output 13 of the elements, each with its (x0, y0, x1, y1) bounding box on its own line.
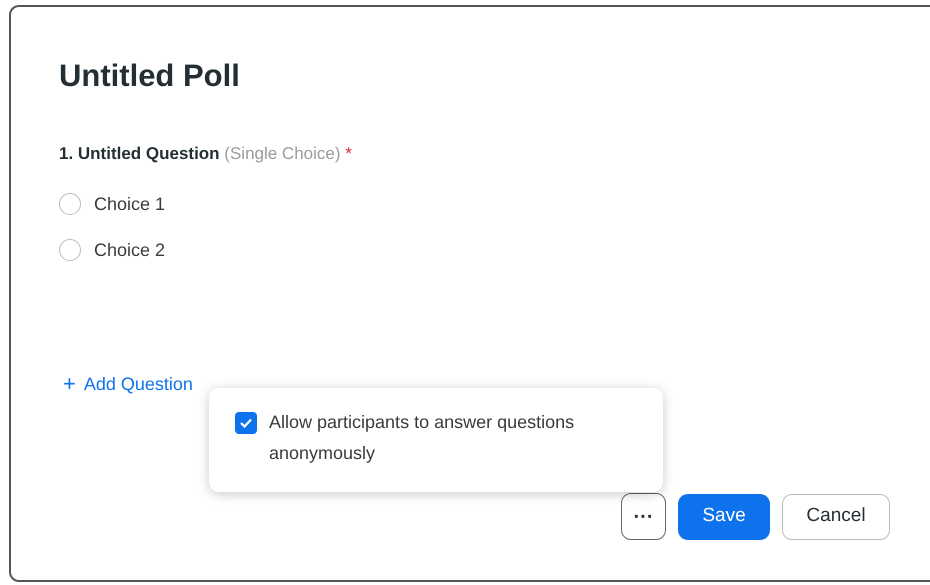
choice-label: Choice 2 (94, 239, 166, 262)
check-icon (239, 417, 253, 429)
more-button[interactable]: ··· (621, 493, 666, 540)
question-title: 1. Untitled Question (Single Choice) * (59, 143, 353, 165)
choice-label: Choice 1 (94, 193, 166, 216)
poll-title: Untitled Poll (59, 57, 241, 95)
add-question-button[interactable]: + Add Question (63, 372, 193, 396)
anonymous-option-label: Allow participants to answer questions anonymously (269, 411, 576, 465)
radio-button[interactable] (59, 239, 81, 261)
radio-button[interactable] (59, 193, 81, 215)
save-button[interactable]: Save (678, 494, 770, 540)
anonymous-checkbox[interactable] (235, 412, 257, 434)
cancel-button[interactable]: Cancel (782, 494, 890, 540)
